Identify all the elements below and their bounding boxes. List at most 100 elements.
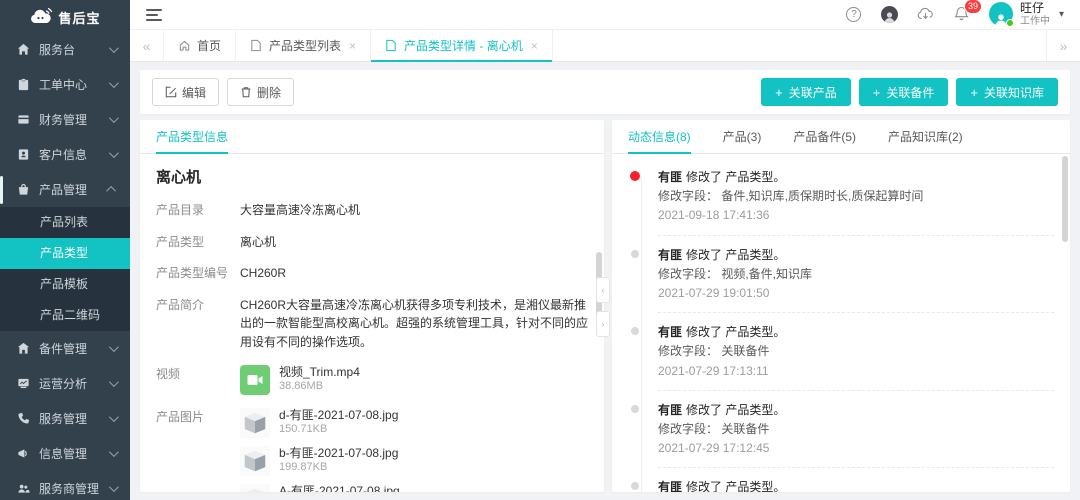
chevron-down-icon — [109, 148, 119, 158]
image-file-item[interactable]: A-有匪-2021-07-08.jpg153.42KB — [240, 484, 588, 492]
chevron-down-icon — [109, 447, 119, 457]
sidebar-item-work-order[interactable]: 工单中心 — [0, 67, 130, 102]
edit-button[interactable]: 编辑 — [152, 78, 219, 106]
sidebar-item-customer-info[interactable]: 客户信息 — [0, 137, 130, 172]
chevron-down-icon — [109, 113, 119, 123]
sidebar-item-product-qrcode[interactable]: 产品二维码 — [0, 300, 130, 331]
feed-fields: 修改字段： 备件,知识库,质保期时长,质保起算时间 — [658, 187, 1054, 206]
link-product-button[interactable]: + 关联产品 — [761, 78, 851, 106]
customer-service-icon[interactable] — [881, 5, 899, 23]
sidebar-item-product-mgmt[interactable]: 产品管理 — [0, 172, 130, 207]
close-tab-icon[interactable]: × — [349, 39, 356, 53]
feed-time: 2021-07-29 17:12:45 — [658, 439, 1054, 458]
product-type-title: 离心机 — [156, 166, 588, 187]
active-section-indicator — [0, 176, 3, 204]
topbar: ? 39 旺仔 工作中 ▾ — [130, 0, 1080, 30]
video-icon — [240, 365, 270, 395]
sidebar-item-provider-mgmt[interactable]: 服务商管理 — [0, 471, 130, 500]
user-status: 工作中 — [1020, 16, 1050, 28]
tab-product-type-detail[interactable]: 产品类型详情 - 离心机 × — [371, 30, 553, 61]
tab-product-type-list[interactable]: 产品类型列表 × — [236, 30, 371, 61]
field-product-type-code: 产品类型编号 CH260R — [156, 264, 588, 283]
notification-badge: 39 — [964, 0, 982, 14]
feed-item: 有匪修改了 产品类型。 修改字段： 关联备件 2021-07-29 17:11:… — [612, 468, 1054, 492]
image-file-item[interactable]: b-有匪-2021-07-08.jpg199.87KB — [240, 446, 588, 476]
chevron-down-icon — [109, 78, 119, 88]
product-type-info-panel: 产品类型信息 离心机 产品目录 大容量高速冷冻离心机 产品类型 离心机 产品类型… — [140, 120, 604, 492]
main-content: 编辑 删除 + 关联产品 + 关联备件 + 关联知识库 产品类型信息 — [130, 62, 1080, 500]
sidebar-item-service-mgmt[interactable]: 服务管理 — [0, 401, 130, 436]
users-icon — [16, 482, 30, 496]
sidebar: 售后宝 服务台 工单中心 财务管理 客户信息 — [0, 0, 130, 500]
sidebar-item-spare-parts[interactable]: 备件管理 — [0, 331, 130, 366]
plus-icon: + — [873, 86, 881, 99]
action-toolbar: 编辑 删除 + 关联产品 + 关联备件 + 关联知识库 — [140, 70, 1070, 114]
feed-user: 有匪 — [658, 403, 682, 417]
customer-card-icon — [16, 148, 30, 162]
close-tab-icon[interactable]: × — [531, 39, 538, 53]
right-panel-scrollbar[interactable] — [1062, 156, 1068, 242]
feed-user: 有匪 — [658, 170, 682, 184]
panel-collapse-controls: ‹ › — [596, 277, 610, 337]
tab-products[interactable]: 产品(3) — [723, 120, 762, 153]
timeline-dot — [631, 327, 639, 335]
feed-action: 修改了 产品类型。 — [686, 480, 785, 492]
feed-user: 有匪 — [658, 248, 682, 262]
feed-fields: 修改字段： 关联备件 — [658, 342, 1054, 361]
help-icon[interactable]: ? — [845, 5, 863, 23]
tab-home[interactable]: 首页 — [164, 30, 236, 61]
sidebar-item-product-type[interactable]: 产品类型 — [0, 238, 130, 269]
field-product-type: 产品类型 离心机 — [156, 233, 588, 252]
topbar-actions: ? 39 旺仔 工作中 ▾ — [845, 2, 1064, 27]
brand-name: 售后宝 — [58, 8, 100, 27]
feed-fields: 修改字段： 关联备件 — [658, 420, 1054, 439]
document-icon — [385, 39, 398, 52]
user-menu[interactable]: 旺仔 工作中 ▾ — [989, 2, 1064, 27]
video-file-item[interactable]: 视频_Trim.mp4 38.86MB — [240, 365, 588, 395]
image-thumbnail — [240, 408, 270, 438]
tab-product-type-info[interactable]: 产品类型信息 — [156, 120, 228, 153]
tab-activity-feed[interactable]: 动态信息(8) — [628, 120, 691, 153]
brand-logo[interactable]: 售后宝 — [0, 0, 130, 30]
tabs-scroll-right-icon[interactable]: » — [1046, 30, 1080, 61]
collapse-left-icon[interactable]: ‹ — [596, 277, 610, 303]
cloud-download-icon[interactable] — [917, 5, 935, 23]
user-avatar — [989, 2, 1013, 26]
feed-time: 2021-07-29 19:01:50 — [658, 284, 1054, 303]
sidebar-item-service-desk[interactable]: 服务台 — [0, 32, 130, 67]
page-tabbar: « 首页 产品类型列表 × 产品类型详情 - 离心机 × » — [130, 30, 1080, 62]
chevron-down-icon — [109, 342, 119, 352]
chevron-down-icon — [109, 412, 119, 422]
sidebar-item-finance[interactable]: 财务管理 — [0, 102, 130, 137]
sidebar-item-message-mgmt[interactable]: 信息管理 — [0, 436, 130, 471]
delete-button[interactable]: 删除 — [227, 78, 294, 106]
image-thumbnail — [240, 484, 270, 492]
feed-user: 有匪 — [658, 480, 682, 492]
tabs-scroll-left-icon[interactable]: « — [130, 30, 164, 61]
feed-item: 有匪修改了 产品类型。 修改字段： 备件,知识库,质保期时长,质保起算时间 20… — [612, 158, 1054, 236]
feed-user: 有匪 — [658, 325, 682, 339]
online-status-dot — [1006, 19, 1014, 27]
link-spare-parts-button[interactable]: + 关联备件 — [859, 78, 949, 106]
sidebar-collapse-icon[interactable] — [146, 9, 162, 21]
feed-time: 2021-07-29 17:13:11 — [658, 362, 1054, 381]
sidebar-item-product-template[interactable]: 产品模板 — [0, 269, 130, 300]
image-file-item[interactable]: d-有匪-2021-07-08.jpg150.71KB — [240, 408, 588, 438]
feed-item: 有匪修改了 产品类型。 修改字段： 关联备件 2021-07-29 17:13:… — [612, 313, 1054, 391]
collapse-right-icon[interactable]: › — [596, 311, 610, 337]
link-knowledge-base-button[interactable]: + 关联知识库 — [956, 78, 1058, 106]
tab-knowledge-base[interactable]: 产品知识库(2) — [888, 120, 963, 153]
tab-spare-parts[interactable]: 产品备件(5) — [793, 120, 856, 153]
analytics-icon — [16, 377, 30, 391]
cloud-logo-icon — [29, 7, 53, 27]
timeline-dot — [631, 250, 639, 258]
finance-icon — [16, 113, 30, 127]
plus-icon: + — [970, 86, 978, 99]
timeline-dot — [631, 482, 639, 490]
sidebar-item-analytics[interactable]: 运营分析 — [0, 366, 130, 401]
image-thumbnail — [240, 446, 270, 476]
notification-bell-icon[interactable]: 39 — [953, 5, 971, 23]
user-name: 旺仔 — [1020, 2, 1050, 16]
sidebar-item-product-list[interactable]: 产品列表 — [0, 207, 130, 238]
feed-fields: 修改字段： 视频,备件,知识库 — [658, 265, 1054, 284]
